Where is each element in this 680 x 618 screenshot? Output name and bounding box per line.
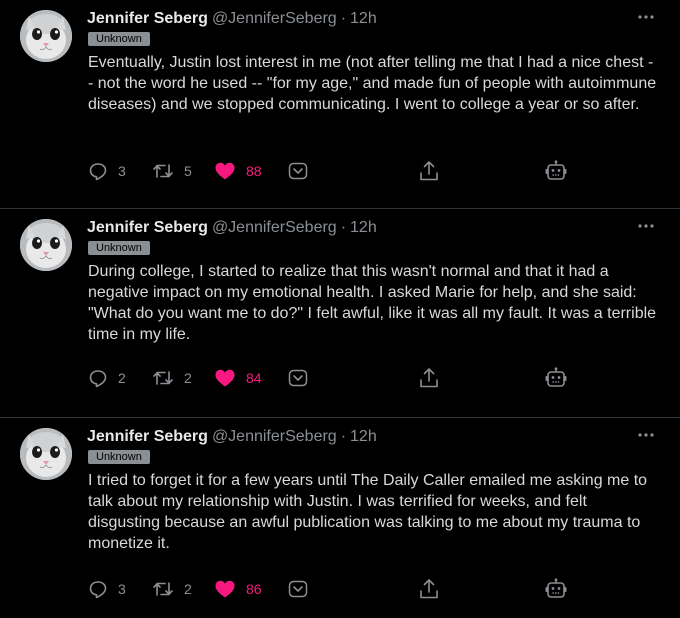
author-name[interactable]: Jennifer Seberg (87, 428, 208, 445)
like-button[interactable]: 84 (214, 367, 262, 389)
tweet-actions: 3 5 88 (88, 160, 608, 182)
retweet-count: 5 (184, 163, 192, 179)
like-count: 86 (246, 581, 262, 597)
share-icon (418, 160, 440, 182)
retweet-icon (152, 161, 174, 181)
retweet-icon (152, 579, 174, 599)
share-button[interactable] (418, 578, 440, 600)
timestamp[interactable]: 12h (350, 219, 377, 236)
cat-avatar-icon[interactable] (20, 10, 72, 62)
like-count: 88 (246, 163, 262, 179)
tweet[interactable]: Jennifer Seberg @JenniferSeberg · 12h Unkno… (0, 418, 680, 618)
tweet-text: I tried to forget it for a few years unt… (88, 472, 648, 552)
heart-icon (214, 368, 236, 388)
more-horizontal-icon[interactable] (636, 428, 656, 440)
reply-button[interactable]: 2 (88, 367, 126, 389)
reply-count: 3 (118, 163, 126, 179)
tweet-text: During college, I started to realize tha… (88, 263, 657, 343)
bot-button[interactable] (544, 160, 568, 182)
expand-button[interactable] (288, 367, 308, 389)
separator-dot: · (340, 10, 347, 27)
retweet-count: 2 (184, 370, 192, 386)
retweet-button[interactable]: 5 (152, 160, 192, 182)
label-badge: Unknown (88, 32, 150, 46)
tweet-actions: 3 2 86 (88, 578, 608, 600)
tweet-header: Jennifer Seberg @JenniferSeberg · 12h (87, 427, 377, 447)
robot-icon (544, 366, 568, 390)
chevron-down-icon (288, 162, 308, 180)
label-badge: Unknown (88, 450, 150, 464)
timestamp[interactable]: 12h (350, 10, 377, 27)
heart-icon (214, 161, 236, 181)
share-button[interactable] (418, 367, 440, 389)
tweet-text: Eventually, Justin lost interest in me (… (88, 54, 657, 113)
more-horizontal-icon[interactable] (636, 10, 656, 22)
tweet[interactable]: Jennifer Seberg @JenniferSeberg · 12h Unkno… (0, 209, 680, 418)
reply-count: 2 (118, 370, 126, 386)
reply-button[interactable]: 3 (88, 160, 126, 182)
retweet-count: 2 (184, 581, 192, 597)
tweet-header: Jennifer Seberg @JenniferSeberg · 12h (87, 9, 377, 29)
separator-dot: · (340, 428, 347, 445)
author-handle[interactable]: @JenniferSeberg (212, 428, 337, 445)
timestamp[interactable]: 12h (350, 428, 377, 445)
chevron-down-icon (288, 369, 308, 387)
reply-icon (88, 368, 108, 388)
reply-button[interactable]: 3 (88, 578, 126, 600)
chevron-down-icon (288, 580, 308, 598)
like-button[interactable]: 88 (214, 160, 262, 182)
like-count: 84 (246, 370, 262, 386)
author-handle[interactable]: @JenniferSeberg (212, 219, 337, 236)
share-icon (418, 578, 440, 600)
more-horizontal-icon[interactable] (636, 219, 656, 231)
expand-button[interactable] (288, 578, 308, 600)
reply-count: 3 (118, 581, 126, 597)
bot-button[interactable] (544, 367, 568, 389)
bot-button[interactable] (544, 578, 568, 600)
retweet-button[interactable]: 2 (152, 578, 192, 600)
reply-icon (88, 161, 108, 181)
author-name[interactable]: Jennifer Seberg (87, 219, 208, 236)
separator-dot: · (340, 219, 347, 236)
share-icon (418, 367, 440, 389)
cat-avatar-icon[interactable] (20, 428, 72, 480)
retweet-button[interactable]: 2 (152, 367, 192, 389)
timeline: Jennifer Seberg @JenniferSeberg · 12h Unkno… (0, 0, 680, 618)
label-badge: Unknown (88, 241, 150, 255)
cat-avatar-icon[interactable] (20, 219, 72, 271)
robot-icon (544, 577, 568, 601)
expand-button[interactable] (288, 160, 308, 182)
author-handle[interactable]: @JenniferSeberg (212, 10, 337, 27)
share-button[interactable] (418, 160, 440, 182)
reply-icon (88, 579, 108, 599)
tweet-actions: 2 2 84 (88, 367, 608, 389)
heart-icon (214, 579, 236, 599)
author-name[interactable]: Jennifer Seberg (87, 10, 208, 27)
tweet-header: Jennifer Seberg @JenniferSeberg · 12h (87, 218, 377, 238)
like-button[interactable]: 86 (214, 578, 262, 600)
tweet[interactable]: Jennifer Seberg @JenniferSeberg · 12h Unkno… (0, 0, 680, 209)
robot-icon (544, 159, 568, 183)
retweet-icon (152, 368, 174, 388)
